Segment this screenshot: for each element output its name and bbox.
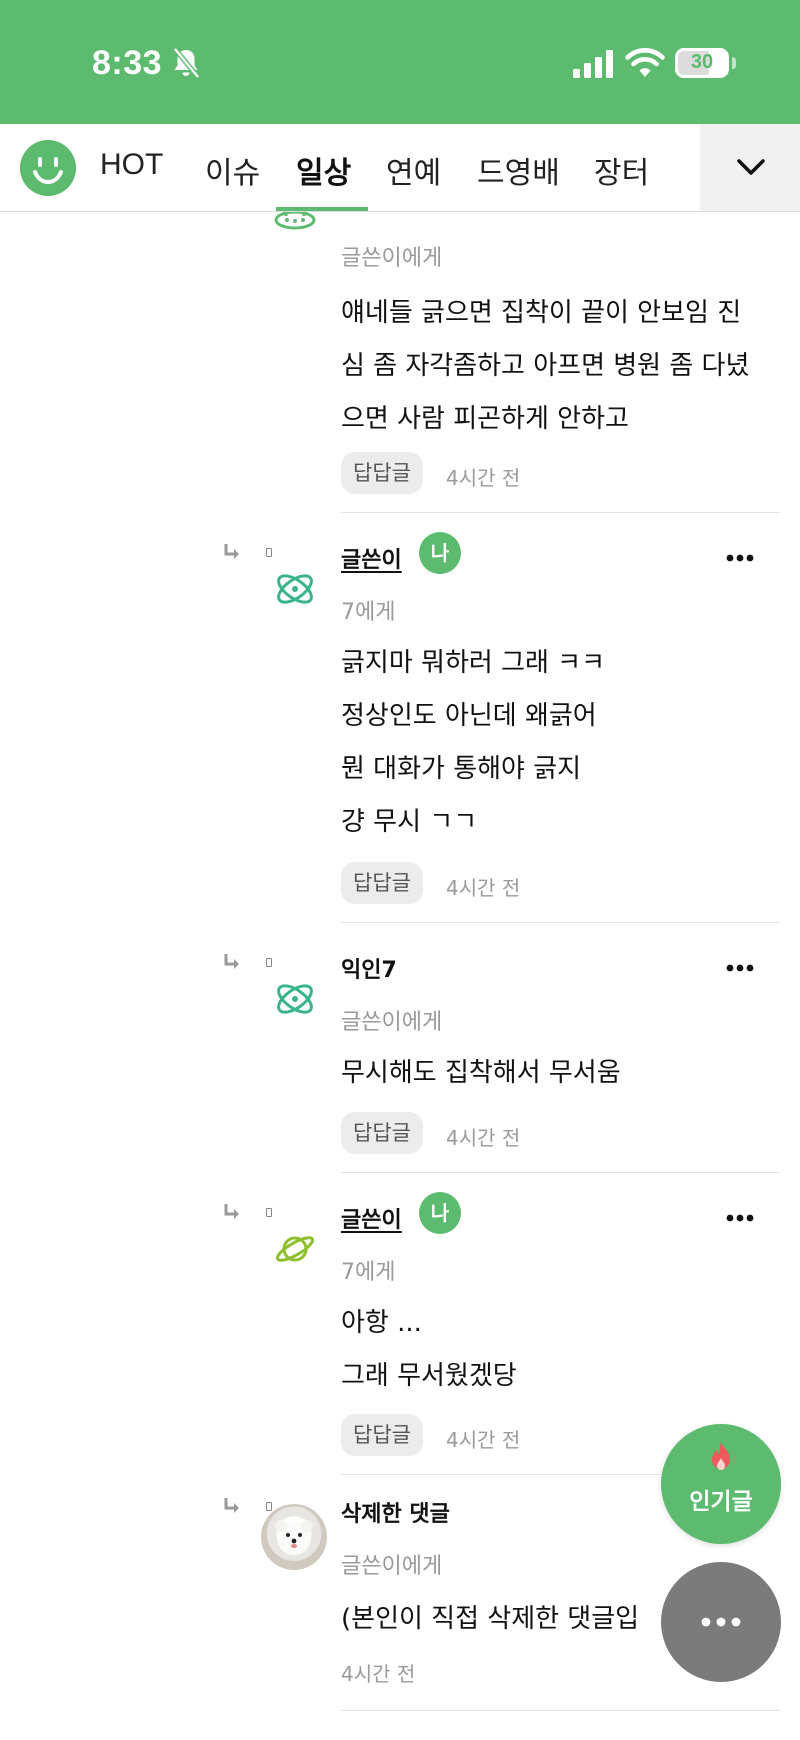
- planet-icon: [275, 1236, 315, 1262]
- tab-issue[interactable]: 이슈: [205, 148, 260, 192]
- status-bar: 8:33 30: [0, 0, 800, 124]
- battery-nub: [732, 57, 736, 69]
- expand-categories-button[interactable]: [700, 124, 800, 211]
- comment-time: 4시간 전: [446, 1428, 521, 1452]
- thread-marker: [266, 548, 272, 557]
- comment-time: 4시간 전: [446, 1126, 521, 1150]
- tab-drama[interactable]: 드영배: [477, 148, 560, 192]
- thread-marker: [266, 1502, 272, 1511]
- reply-arrow-icon: [224, 954, 239, 969]
- battery-icon: 30: [675, 48, 729, 78]
- reply-button[interactable]: 답답글: [341, 1414, 423, 1456]
- more-options-icon[interactable]: [726, 1214, 754, 1222]
- reply-button[interactable]: 답답글: [341, 452, 423, 494]
- comment-body-line: 으면 사람 피곤하게 안하고: [341, 404, 629, 434]
- comment-author[interactable]: 익인7: [341, 952, 397, 984]
- chevron-down-icon: [737, 159, 765, 175]
- more-options-icon[interactable]: [726, 964, 754, 972]
- tab-daily[interactable]: 일상: [296, 148, 351, 192]
- reply-arrow-icon: [224, 1204, 239, 1219]
- more-options-icon[interactable]: [726, 554, 754, 562]
- popular-posts-label: 인기글: [689, 1489, 753, 1515]
- comment-body-line: 걍 무시 ㄱㄱ: [341, 807, 478, 837]
- atom-icon: [277, 574, 313, 604]
- battery-percent: 30: [690, 51, 714, 73]
- comment-target: 글쓴이에게: [341, 1554, 443, 1579]
- dog-photo-avatar: [261, 1504, 327, 1570]
- comment-body-line: 그래 무서웠겠당: [341, 1361, 517, 1391]
- comment-body-line: 얘네들 긁으면 집착이 끝이 안보임 진: [341, 298, 742, 328]
- flame-icon: [712, 1442, 730, 1470]
- comment-body-line: 정상인도 아닌데 왜긁어: [341, 701, 597, 731]
- reply-arrow-icon: [224, 544, 239, 559]
- reply-button[interactable]: 답답글: [341, 1112, 423, 1154]
- popular-posts-button[interactable]: 인기글: [661, 1424, 781, 1544]
- dog-face-icon: [275, 1520, 313, 1555]
- tab-market[interactable]: 장터: [594, 148, 649, 192]
- comment-author: 삭제한 댓글: [341, 1502, 450, 1527]
- comment-time: 4시간 전: [446, 876, 521, 900]
- reply-arrow-icon: [224, 1498, 239, 1513]
- comment-target: 7에게: [341, 600, 396, 625]
- tab-entertainment[interactable]: 연예: [386, 148, 441, 192]
- comment-author[interactable]: 글쓴이: [341, 542, 402, 574]
- me-badge: 나: [419, 1192, 461, 1234]
- comment-body-line: 무시해도 집착해서 무서움: [341, 1058, 621, 1088]
- comment-time: 4시간 전: [446, 466, 521, 490]
- comment-target: 7에게: [341, 1260, 396, 1285]
- comment-body-line: 긁지마 뭐하러 그래 ㅋㅋ: [341, 648, 605, 678]
- wifi-icon: [625, 48, 665, 77]
- comment-divider: [341, 512, 780, 513]
- nav-fade: [660, 124, 700, 211]
- comment-body-line: (본인이 직접 삭제한 댓글입: [341, 1604, 640, 1634]
- reply-button[interactable]: 답답글: [341, 862, 423, 904]
- comment-divider: [341, 1172, 780, 1173]
- smiley-logo-icon[interactable]: [20, 140, 76, 196]
- comment-body-line: 심 좀 자각좀하고 아프면 병원 좀 다녔: [341, 351, 750, 381]
- thread-marker: [266, 1208, 272, 1217]
- thread-marker: [266, 958, 272, 967]
- active-tab-indicator: [276, 207, 368, 211]
- atom-icon: [277, 984, 313, 1014]
- comment-divider: [341, 1710, 780, 1711]
- comment-target: 글쓴이에게: [341, 1010, 443, 1035]
- comment-divider: [341, 922, 780, 923]
- bell-slash-icon: [173, 47, 200, 79]
- comment-body-line: 뭔 대화가 통해야 긁지: [341, 754, 582, 784]
- ufo-icon: [274, 212, 316, 230]
- more-horizontal-icon: [701, 1617, 741, 1627]
- category-nav: HOT 이슈 일상 연예 드영배 장터: [0, 124, 800, 212]
- comment-time: 4시간 전: [341, 1662, 416, 1686]
- comment-author[interactable]: 글쓴이: [341, 1202, 402, 1234]
- tab-hot[interactable]: HOT: [100, 148, 163, 182]
- me-badge: 나: [419, 532, 461, 574]
- status-time: 8:33: [92, 44, 163, 82]
- comment-target: 글쓴이에게: [341, 246, 443, 271]
- more-menu-button[interactable]: [661, 1562, 781, 1682]
- comment-body-line: 아항 ...: [341, 1308, 422, 1338]
- cellular-signal-icon: [573, 50, 613, 78]
